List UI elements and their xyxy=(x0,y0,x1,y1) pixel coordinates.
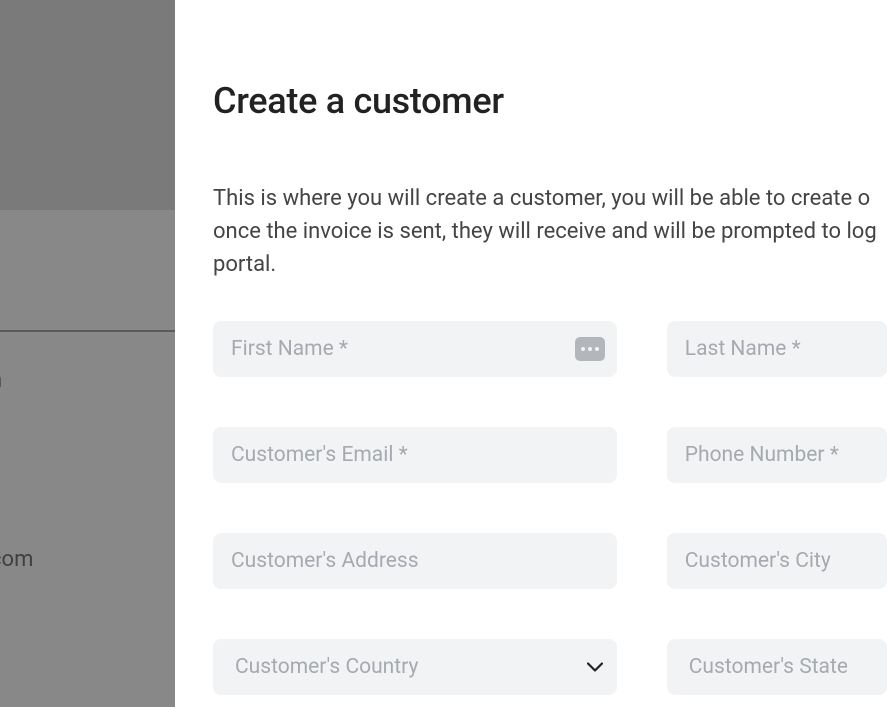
backdrop-text-fragment: n xyxy=(0,368,2,393)
description-text: This is where you will create a customer… xyxy=(213,182,887,281)
address-wrap xyxy=(213,533,617,589)
autofill-icon[interactable] xyxy=(575,337,605,361)
country-wrap: Customer's Country xyxy=(213,639,617,695)
form-row xyxy=(213,321,887,377)
description-line: once the invoice is sent, they will rece… xyxy=(213,215,887,248)
email-input[interactable] xyxy=(213,427,617,483)
phone-input[interactable] xyxy=(667,427,887,483)
phone-wrap xyxy=(667,427,887,483)
city-input[interactable] xyxy=(667,533,887,589)
last-name-input[interactable] xyxy=(667,321,887,377)
description-line: This is where you will create a customer… xyxy=(213,182,887,215)
first-name-wrap xyxy=(213,321,617,377)
email-wrap xyxy=(213,427,617,483)
create-customer-panel: Create a customer This is where you will… xyxy=(175,0,887,707)
address-input[interactable] xyxy=(213,533,617,589)
state-wrap: Customer's State xyxy=(667,639,887,695)
modal-backdrop: n com xyxy=(0,0,175,707)
form-row: Customer's Country Customer's State xyxy=(213,639,887,695)
state-select[interactable]: Customer's State xyxy=(667,639,887,695)
backdrop-divider xyxy=(0,330,175,332)
form-row xyxy=(213,427,887,483)
city-wrap xyxy=(667,533,887,589)
form-row xyxy=(213,533,887,589)
country-select[interactable]: Customer's Country xyxy=(213,639,617,695)
description-line: portal. xyxy=(213,248,887,281)
page-title: Create a customer xyxy=(213,80,887,122)
backdrop-upper-section xyxy=(0,0,175,210)
backdrop-text-fragment: com xyxy=(0,547,33,572)
last-name-wrap xyxy=(667,321,887,377)
first-name-input[interactable] xyxy=(213,321,617,377)
